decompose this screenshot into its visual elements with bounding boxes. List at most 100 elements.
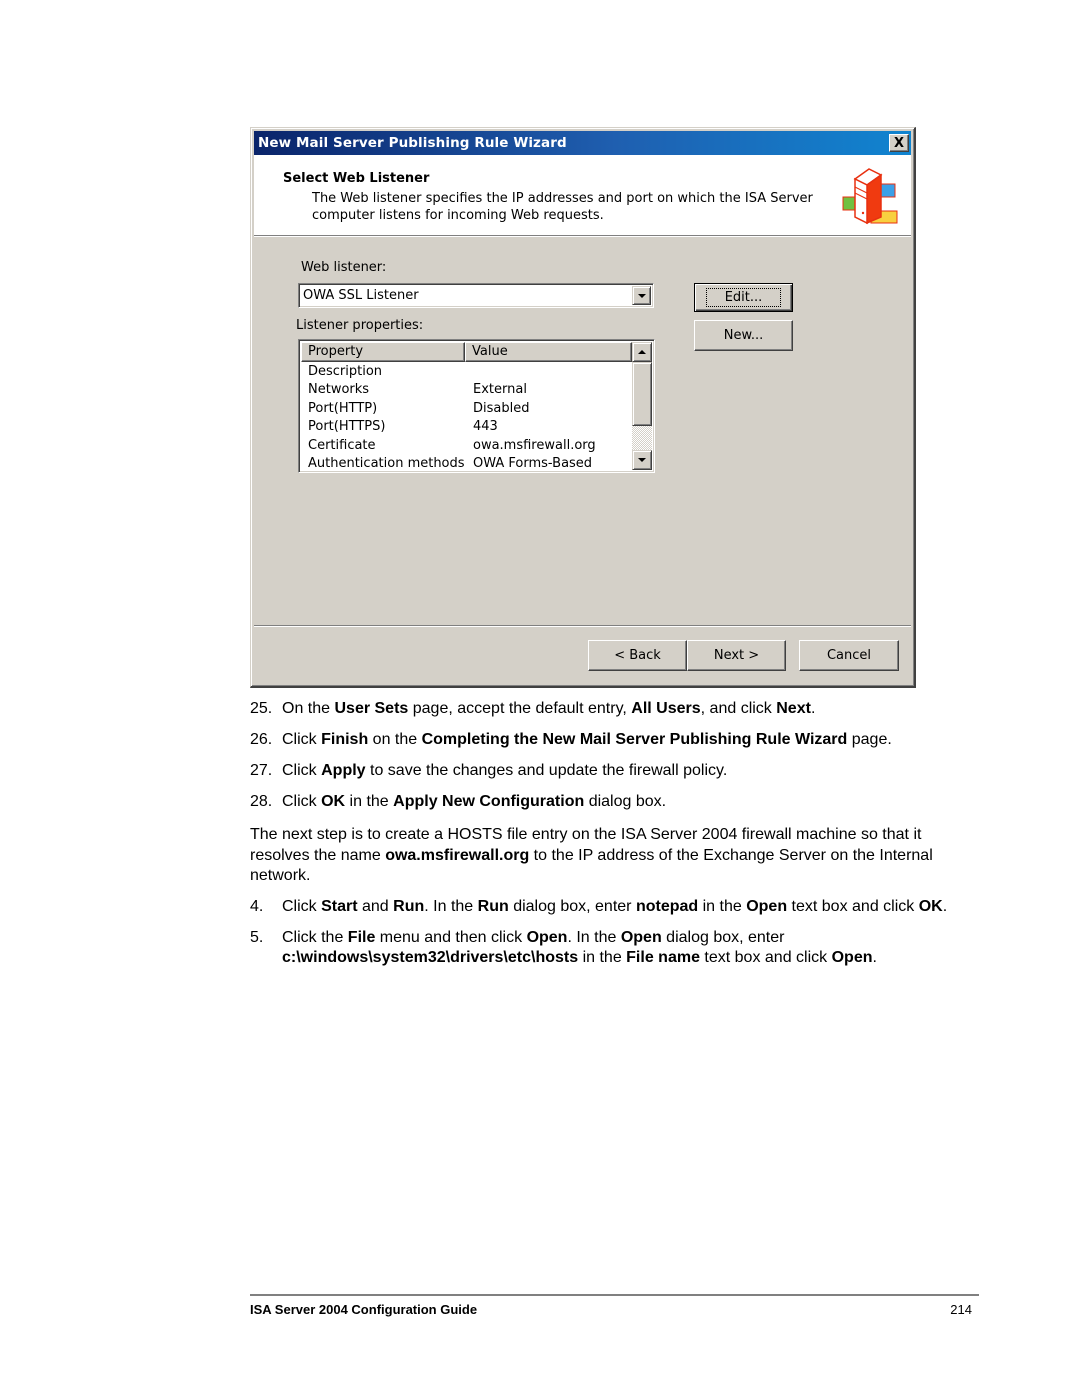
dropdown-arrow-button[interactable] — [632, 286, 651, 305]
chevron-down-icon — [637, 293, 646, 298]
step-number: 25. — [250, 700, 273, 717]
step-number: 28. — [250, 793, 273, 810]
list-item[interactable]: Authentication methods OWA Forms-Based — [301, 455, 631, 472]
bold-term: owa.msfirewall.org — [385, 846, 530, 864]
bold-term: File name — [626, 949, 700, 966]
bold-term: c:\windows\system32\drivers\etc\hosts — [282, 949, 579, 966]
property-cell: Authentication methods — [308, 455, 465, 471]
column-header-property[interactable]: Property — [301, 342, 465, 362]
web-listener-label: Web listener: — [301, 260, 387, 275]
text-run: Click — [282, 731, 322, 748]
step-item: 4. Click Start and Run. In the Run dialog… — [250, 897, 982, 918]
property-cell: Certificate — [308, 437, 376, 453]
next-button[interactable]: Next > — [687, 640, 786, 671]
step-item: 26. Click Finish on the Completing the Ne… — [250, 730, 982, 751]
property-cell: Port(HTTPS) — [308, 419, 386, 435]
step-item: 28. Click OK in the Apply New Configurati… — [250, 792, 982, 813]
text-run: dialog box, enter — [661, 928, 785, 946]
footer-separator — [254, 625, 911, 627]
text-run: menu and then click — [375, 928, 527, 946]
text-run: to save the changes and update the firew… — [365, 762, 728, 779]
step-number: 26. — [250, 731, 273, 748]
property-cell: Networks — [308, 382, 370, 398]
new-button-label: New... — [723, 328, 764, 343]
text-run: Click — [282, 762, 322, 779]
close-button[interactable]: X — [889, 134, 909, 152]
step-text: On the User Sets page, accept the defaul… — [282, 699, 982, 720]
text-run: in the — [578, 949, 627, 966]
arrow-down-icon — [638, 458, 646, 462]
scroll-thumb[interactable] — [632, 362, 652, 426]
text-run: . In the — [424, 898, 478, 915]
scroll-down-button[interactable] — [632, 450, 652, 470]
text-run: . In the — [567, 928, 621, 946]
steps-list-b: 4. Click Start and Run. In the Run dialog… — [250, 897, 982, 979]
step-number: 27. — [250, 762, 273, 779]
web-listener-dropdown[interactable]: OWA SSL Listener — [298, 283, 654, 308]
cancel-button-label: Cancel — [826, 648, 872, 663]
bold-term: notepad — [635, 898, 699, 915]
list-item[interactable]: Networks External — [301, 381, 631, 399]
cancel-button[interactable]: Cancel — [799, 640, 899, 671]
step-item: 27. Click Apply to save the changes and u… — [250, 761, 982, 782]
scroll-up-button[interactable] — [632, 342, 652, 362]
value-cell: External — [473, 382, 527, 398]
step-text: Click Start and Run. In the Run dialog b… — [282, 897, 982, 918]
bold-term: Completing the New Mail Server Publishin… — [421, 731, 848, 748]
text-run: Click — [282, 793, 322, 810]
vertical-scrollbar[interactable] — [632, 342, 652, 470]
wizard-step-title: Select Web Listener — [283, 171, 430, 186]
list-item[interactable]: Port(HTTP) Disabled — [301, 400, 631, 418]
web-listener-value: OWA SSL Listener — [303, 288, 419, 303]
step-text: Click Finish on the Completing the New M… — [282, 730, 982, 751]
step-text: Click Apply to save the changes and upda… — [282, 761, 982, 782]
step-item: 25. On the User Sets page, accept the def… — [250, 699, 982, 720]
text-run: in the — [345, 793, 394, 810]
bold-term: OK — [918, 898, 943, 915]
column-header-value[interactable]: Value — [465, 342, 632, 362]
page-number: 214 — [950, 1302, 972, 1317]
list-item[interactable]: Port(HTTPS) 443 — [301, 418, 631, 436]
property-cell: Port(HTTP) — [308, 400, 378, 416]
listener-properties-list[interactable]: Property Value Description Networks Extern… — [298, 339, 655, 473]
text-run: dialog box. — [584, 793, 667, 810]
next-button-label: Next > — [713, 648, 760, 663]
edit-button[interactable]: Edit... — [694, 283, 793, 312]
value-cell: 443 — [473, 419, 498, 435]
bold-term: Run — [393, 898, 425, 915]
text-run: . — [872, 949, 877, 966]
value-cell: OWA Forms-Based — [473, 455, 593, 471]
close-icon: X — [893, 135, 905, 151]
list-item[interactable]: Description — [301, 363, 631, 381]
bold-term: Apply New Configuration — [393, 793, 585, 810]
back-button[interactable]: < Back — [588, 640, 687, 671]
bold-term: Next — [776, 700, 811, 717]
footer-title: ISA Server 2004 Configuration Guide — [250, 1302, 478, 1317]
value-cell: owa.msfirewall.org — [473, 437, 596, 453]
new-button[interactable]: New... — [694, 320, 793, 351]
bold-term: User Sets — [334, 700, 409, 717]
wizard-header: Select Web Listener The Web listener spe… — [254, 155, 911, 236]
server-network-icon — [842, 168, 898, 225]
bold-term: All Users — [631, 700, 701, 717]
footer-rule — [250, 1294, 979, 1296]
list-rows: Description Networks External Port(HTTP) Dis… — [301, 363, 631, 472]
text-run: and — [357, 898, 394, 915]
text-run: On the — [282, 700, 335, 717]
value-cell — [465, 363, 473, 381]
text-run: in the — [698, 898, 747, 915]
wizard-step-description: The Web listener specifies the IP addres… — [312, 191, 813, 223]
bold-term: Finish — [321, 731, 369, 748]
bold-term: Run — [477, 898, 509, 915]
step-item: 5. Click the File menu and then click Ope… — [250, 928, 982, 969]
step-number: 4. — [250, 898, 264, 915]
list-item[interactable]: Certificate owa.msfirewall.org — [301, 437, 631, 455]
edit-button-label: Edit... — [705, 288, 782, 307]
arrow-up-icon — [638, 350, 646, 354]
bold-term: Apply — [321, 762, 366, 779]
listener-properties-label: Listener properties: — [296, 318, 424, 333]
text-run: on the — [368, 731, 422, 748]
back-button-label: < Back — [614, 648, 661, 663]
body-paragraph: The next step is to create a HOSTS file … — [250, 825, 985, 887]
text-run: . — [810, 700, 816, 717]
